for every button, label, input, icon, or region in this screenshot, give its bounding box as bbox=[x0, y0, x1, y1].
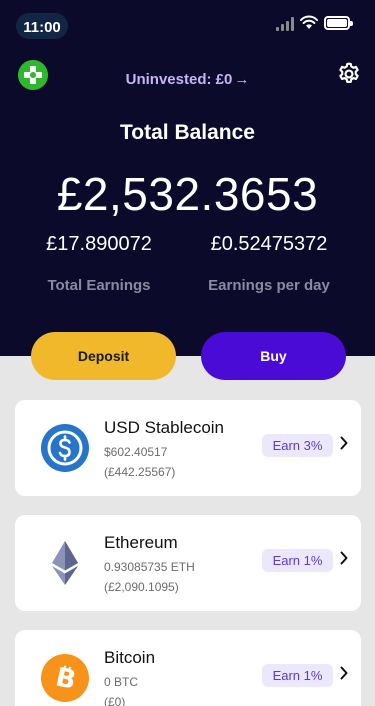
total-earnings-value: £17.890072 bbox=[46, 233, 152, 255]
wifi-icon bbox=[300, 15, 318, 29]
usdc-icon bbox=[41, 424, 89, 472]
earn-rate-badge: Earn 1% bbox=[262, 664, 333, 687]
total-balance-value: £2,532.3653 bbox=[56, 168, 319, 220]
time-pill: 11:00 bbox=[16, 13, 68, 39]
asset-card-bitcoin[interactable]: B Bitcoin 0 BTC (£0) Earn 1% bbox=[15, 630, 361, 706]
chevron-right-icon bbox=[340, 436, 348, 450]
asset-card-ethereum[interactable]: Ethereum 0.93085735 ETH (£2,090.1095) Ea… bbox=[15, 515, 361, 611]
arrow-right-icon: → bbox=[234, 71, 250, 88]
buy-button[interactable]: Buy bbox=[201, 332, 346, 380]
asset-amount: $602.40517 bbox=[104, 445, 168, 459]
chevron-right-icon bbox=[340, 551, 348, 565]
gear-icon[interactable] bbox=[336, 61, 362, 87]
asset-name: Bitcoin bbox=[104, 648, 156, 667]
status-bar: 11:00 bbox=[0, 0, 375, 50]
earnings-per-day-label: Earnings per day bbox=[208, 277, 330, 294]
asset-amount: 0 BTC bbox=[104, 675, 139, 689]
ethereum-icon bbox=[52, 541, 78, 585]
asset-fiat-value: (£0) bbox=[104, 695, 126, 706]
earnings-per-day-value: £0.52475372 bbox=[210, 233, 328, 255]
balance-header: 11:00 Uninvested: £0 → Total Balance £2,5… bbox=[0, 0, 375, 356]
cellular-signal-icon bbox=[276, 17, 294, 31]
uninvested-label: Uninvested: £0 bbox=[125, 71, 233, 88]
asset-name: Ethereum bbox=[104, 533, 178, 552]
asset-card-usd-stablecoin[interactable]: USD Stablecoin $602.40517 (£442.25567) E… bbox=[15, 400, 361, 496]
total-earnings-label: Total Earnings bbox=[47, 277, 151, 294]
deposit-button[interactable]: Deposit bbox=[31, 332, 176, 380]
earn-rate-badge: Earn 1% bbox=[262, 549, 333, 572]
earn-rate-badge: Earn 3% bbox=[262, 434, 333, 457]
status-time: 11:00 bbox=[23, 19, 61, 36]
battery-icon bbox=[324, 16, 353, 30]
asset-amount: 0.93085735 ETH bbox=[104, 560, 195, 574]
asset-name: USD Stablecoin bbox=[104, 418, 225, 437]
asset-fiat-value: (£2,090.1095) bbox=[104, 580, 179, 594]
uninvested-link[interactable]: Uninvested: £0 → bbox=[0, 71, 375, 88]
bitcoin-icon: B bbox=[41, 654, 89, 702]
asset-fiat-value: (£442.25567) bbox=[104, 465, 176, 479]
chevron-right-icon bbox=[340, 666, 348, 680]
total-balance-title: Total Balance bbox=[120, 121, 255, 144]
